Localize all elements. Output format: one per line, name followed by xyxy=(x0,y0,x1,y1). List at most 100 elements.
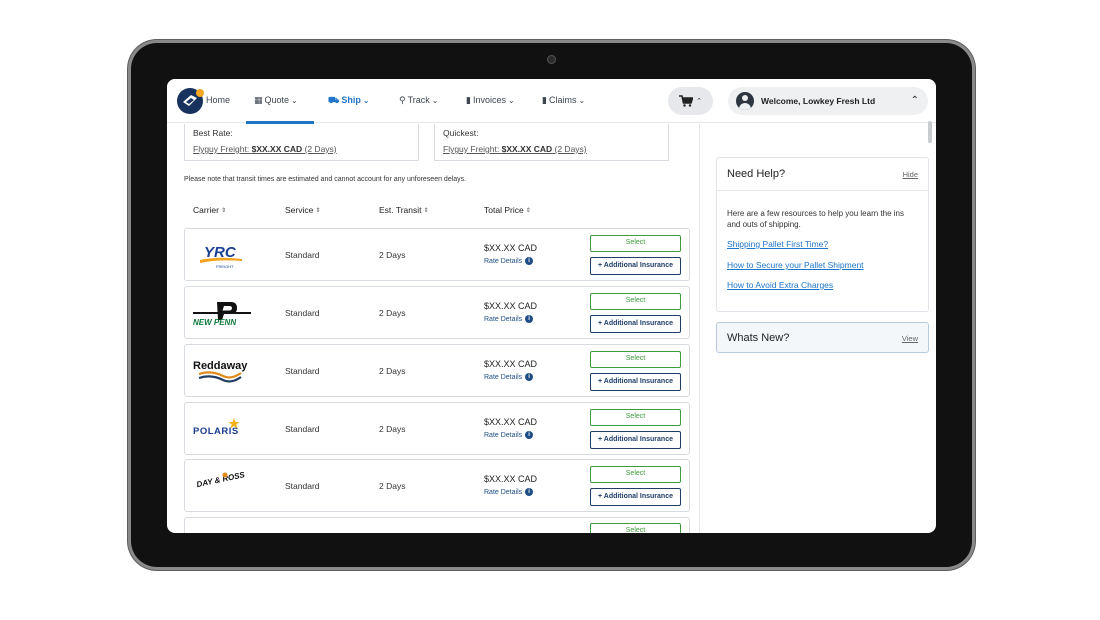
quickest-link[interactable]: Flyguy Freight: $XX.XX CAD (2 Days) xyxy=(443,144,587,154)
best-rate-link[interactable]: Flyguy Freight: $XX.XX CAD (2 Days) xyxy=(193,144,337,154)
brand-logo-icon[interactable] xyxy=(177,88,204,114)
price-cell: $XX.XX CAD xyxy=(484,359,538,369)
quickest-days: (2 Days) xyxy=(554,144,587,154)
service-cell: Standard xyxy=(285,366,320,376)
table-row: Reddaway Standard 2 Days $XX.XX CAD Rate… xyxy=(184,344,690,397)
price-cell: $XX.XX CAD xyxy=(484,417,538,427)
additional-insurance-button[interactable]: + Additional Insurance xyxy=(590,373,681,391)
nav-claims[interactable]: ▮ Claims ⌄ xyxy=(542,95,585,105)
sort-icon: ⇕ xyxy=(315,207,321,214)
best-rate-days: (2 Days) xyxy=(304,144,337,154)
rate-details-label: Rate Details xyxy=(484,431,523,439)
sort-icon: ⇕ xyxy=(423,207,429,214)
nav-home-label: Home xyxy=(206,95,231,105)
carrier-name: POLARIS xyxy=(193,426,239,437)
select-button[interactable]: Select xyxy=(590,351,681,368)
info-icon: i xyxy=(525,373,534,381)
info-icon: i xyxy=(525,488,534,496)
transit-cell: 2 Days xyxy=(379,424,406,434)
additional-insurance-button[interactable]: + Additional Insurance xyxy=(590,257,681,275)
truck-icon: ⛟ xyxy=(328,94,340,105)
whats-new-title: Whats New? xyxy=(727,332,790,344)
nav-invoices-label: Invoices xyxy=(472,95,506,105)
carrier-logo-polaris: POLARIS xyxy=(191,411,253,447)
select-button[interactable]: Select xyxy=(590,523,681,533)
table-row: Select xyxy=(184,517,690,533)
rate-details-label: Rate Details xyxy=(484,373,523,381)
view-link[interactable]: View xyxy=(902,334,918,343)
need-help-title: Need Help? xyxy=(727,168,786,180)
chevron-down-icon: ⌄ xyxy=(291,95,298,105)
price-cell: $XX.XX CAD xyxy=(484,301,538,311)
scrollbar[interactable] xyxy=(928,121,932,143)
best-rate-box: Best Rate: Flyguy Freight: $XX.XX CAD (2… xyxy=(184,124,419,161)
additional-insurance-button[interactable]: + Additional Insurance xyxy=(590,431,681,449)
header-price[interactable]: Total Price ⇕ xyxy=(484,205,531,215)
help-link-secure-pallet[interactable]: How to Secure your Pallet Shipment xyxy=(727,260,864,270)
nav-invoices[interactable]: ▮ Invoices ⌄ xyxy=(466,95,515,105)
sort-icon: ⇕ xyxy=(525,207,531,214)
document-icon: ▮ xyxy=(466,94,471,105)
search-icon: ⚲ xyxy=(399,94,406,105)
camera-icon xyxy=(547,55,556,64)
chevron-down-icon: ⌄ xyxy=(507,95,515,105)
chevron-down-icon: ⌄ xyxy=(431,95,439,105)
nav-quote[interactable]: ▦ Quote ⌄ xyxy=(254,95,298,105)
header-carrier[interactable]: Carrier ⇕ xyxy=(193,205,226,215)
table-row: NEW PENN Standard 2 Days $XX.XX CAD Rate… xyxy=(184,286,690,339)
additional-insurance-button[interactable]: + Additional Insurance xyxy=(590,488,681,506)
whats-new-card: Whats New? View xyxy=(716,322,929,353)
carrier-name: NEW PENN xyxy=(193,318,236,327)
table-row: POLARIS Standard 2 Days $XX.XX CAD Rate … xyxy=(184,402,690,455)
carrier-logo-new-penn: NEW PENN xyxy=(191,295,253,331)
carrier-logo-reddaway: Reddaway xyxy=(191,353,253,389)
user-menu[interactable]: Welcome, Lowkey Fresh Ltd ⌃ xyxy=(728,87,928,115)
rate-details-link[interactable]: Rate Details i xyxy=(484,488,534,496)
rate-details-link[interactable]: Rate Details i xyxy=(484,315,534,323)
header-transit[interactable]: Est. Transit ⇕ xyxy=(379,205,429,215)
table-row: DAY & ROSS Standard 2 Days $XX.XX CAD Ra… xyxy=(184,459,690,512)
nav-track-label: Track xyxy=(407,95,430,105)
avatar xyxy=(736,92,754,110)
hide-link[interactable]: Hide xyxy=(903,170,918,179)
info-icon: i xyxy=(525,257,534,265)
service-cell: Standard xyxy=(285,250,320,260)
logo-mark-icon xyxy=(183,95,197,106)
help-link-first-time[interactable]: Shipping Pallet First Time? xyxy=(727,239,828,249)
top-navigation: Home ▦ Quote ⌄ ⛟ Ship ⌄ ⚲ Track ⌄ ▮ Invo… xyxy=(167,79,936,124)
header-service[interactable]: Service ⇕ xyxy=(285,205,320,215)
carrier-subtitle: FREIGHT xyxy=(216,264,234,269)
help-link-extra-charges[interactable]: How to Avoid Extra Charges xyxy=(727,280,833,290)
service-cell: Standard xyxy=(285,424,320,434)
carrier-name: DAY & ROSS xyxy=(196,470,246,489)
rate-details-link[interactable]: Rate Details i xyxy=(484,257,534,265)
price-cell: $XX.XX CAD xyxy=(484,243,538,253)
price-cell: $XX.XX CAD xyxy=(484,474,538,484)
rate-details-link[interactable]: Rate Details i xyxy=(484,373,534,381)
sort-icon: ⇕ xyxy=(220,207,227,214)
select-button[interactable]: Select xyxy=(590,235,681,252)
chevron-down-icon: ⌄ xyxy=(362,95,370,105)
additional-insurance-button[interactable]: + Additional Insurance xyxy=(590,315,681,333)
header-transit-label: Est. Transit xyxy=(379,205,422,215)
select-button[interactable]: Select xyxy=(590,293,681,310)
nav-track[interactable]: ⚲ Track ⌄ xyxy=(399,95,438,105)
table-row: YRC FREIGHT Standard 2 Days $XX.XX CAD R… xyxy=(184,228,690,281)
transit-cell: 2 Days xyxy=(379,308,406,318)
cart-icon xyxy=(679,95,694,107)
chevron-down-icon: ⌄ xyxy=(578,95,586,105)
nav-ship[interactable]: ⛟ Ship ⌄ xyxy=(328,95,370,105)
header-price-label: Total Price xyxy=(484,205,524,215)
quickest-label: Quickest: xyxy=(443,128,479,138)
quickest-box: Quickest: Flyguy Freight: $XX.XX CAD (2 … xyxy=(434,124,669,161)
select-button[interactable]: Select xyxy=(590,409,681,426)
rate-details-link[interactable]: Rate Details i xyxy=(484,431,534,439)
select-button[interactable]: Select xyxy=(590,466,681,483)
transit-note: Please note that transit times are estim… xyxy=(184,176,467,183)
chevron-up-icon: ⌃ xyxy=(910,95,919,106)
rate-details-label: Rate Details xyxy=(484,315,523,323)
nav-home[interactable]: Home xyxy=(206,95,230,105)
info-icon: i xyxy=(525,315,534,323)
cart-button[interactable]: ⌃ xyxy=(668,87,713,115)
service-cell: Standard xyxy=(285,308,320,318)
